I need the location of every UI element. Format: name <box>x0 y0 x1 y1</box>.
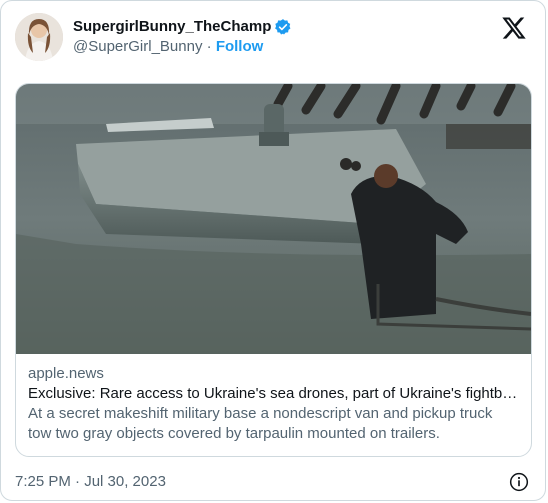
tweet-footer: 7:25 PM · Jul 30, 2023 <box>15 471 531 493</box>
link-description: At a secret makeshift military base a no… <box>28 405 493 442</box>
avatar[interactable] <box>15 13 63 61</box>
separator-dot: · <box>202 38 216 55</box>
verified-badge-icon <box>274 18 292 36</box>
author-handle[interactable]: @SuperGirl_Bunny <box>73 38 202 55</box>
follow-button[interactable]: Follow <box>216 38 264 55</box>
author-display-name-row: SupergirlBunny_TheChamp <box>73 17 292 37</box>
timestamp-link[interactable]: 7:25 PM · Jul 30, 2023 <box>15 473 166 490</box>
link-domain: apple.news <box>28 365 104 382</box>
link-title: Exclusive: Rare access to Ukraine's sea … <box>28 385 519 402</box>
x-logo-icon[interactable] <box>501 15 527 41</box>
tweet-embed-card: SupergirlBunny_TheChamp @SuperGirl_Bunny… <box>0 0 546 501</box>
tweet-header: SupergirlBunny_TheChamp @SuperGirl_Bunny… <box>15 11 531 63</box>
link-preview-card[interactable]: apple.news Exclusive: Rare access to Ukr… <box>15 83 532 457</box>
link-meta: apple.news Exclusive: Rare access to Ukr… <box>28 364 519 444</box>
author-names: SupergirlBunny_TheChamp @SuperGirl_Bunny… <box>73 17 292 57</box>
info-icon[interactable] <box>509 472 529 492</box>
author-handle-row: @SuperGirl_Bunny · Follow <box>73 37 292 57</box>
article-photo <box>16 84 531 354</box>
author-display-name[interactable]: SupergirlBunny_TheChamp <box>73 17 271 37</box>
